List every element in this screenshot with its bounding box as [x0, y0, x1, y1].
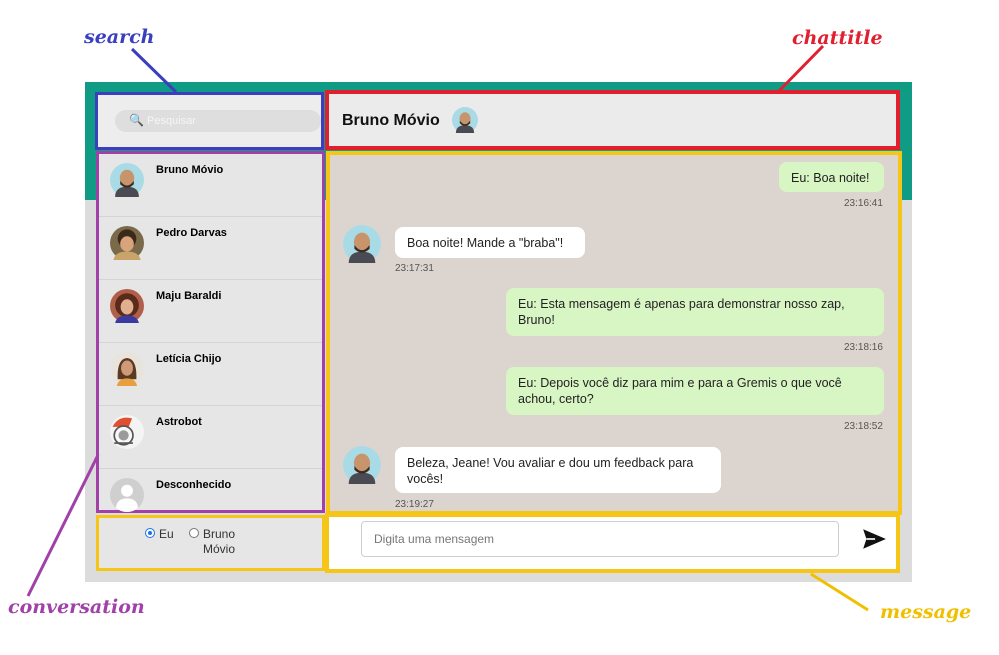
chat-header: Bruno Móvio — [325, 90, 900, 150]
message-area: Eu: Boa noite! 23:16:41 Boa noite! Mande… — [326, 151, 902, 515]
conversation-item[interactable]: Letícia Chijo — [99, 343, 322, 406]
curly-hair-avatar — [110, 226, 144, 260]
search-icon: 🔍 — [129, 113, 144, 127]
conversation-item[interactable]: Maju Baraldi — [99, 280, 322, 343]
conversation-name: Desconhecido — [156, 479, 232, 491]
annotation-search: search — [84, 26, 155, 48]
conversation-name: Maju Baraldi — [156, 290, 222, 302]
annotation-conversation: conversation — [8, 596, 145, 618]
conversation-item[interactable]: Astrobot — [99, 406, 322, 469]
curly-woman-avatar — [110, 289, 144, 323]
conversation-item[interactable]: Pedro Darvas — [99, 217, 322, 280]
robot-avatar — [110, 415, 144, 449]
message-time: 23:17:31 — [395, 263, 434, 274]
conversation-list: Bruno Móvio Pedro Darvas Maju Baraldi Le… — [96, 151, 325, 513]
conversation-item[interactable]: Bruno Móvio — [99, 154, 322, 217]
search-panel: 🔍 — [95, 92, 324, 150]
chat-title: Bruno Móvio — [342, 112, 440, 129]
their-message-bubble: Boa noite! Mande a "braba"! — [395, 227, 585, 258]
message-time: 23:18:16 — [844, 342, 883, 353]
send-icon[interactable] — [859, 526, 889, 552]
chat-title-avatar — [452, 107, 478, 133]
search-input[interactable] — [147, 112, 307, 129]
annotation-chattitle: chattitle — [792, 27, 883, 49]
their-message-bubble: Beleza, Jeane! Vou avaliar e dou um feed… — [395, 447, 721, 493]
bald-man-avatar — [110, 163, 144, 197]
message-time: 23:19:27 — [395, 499, 434, 510]
annotation-message: message — [880, 601, 972, 623]
my-message-bubble: Eu: Depois você diz para mim e para a Gr… — [506, 367, 884, 415]
conversation-name: Bruno Móvio — [156, 164, 224, 176]
conversation-name: Pedro Darvas — [156, 227, 227, 239]
default-user-avatar — [110, 478, 144, 512]
sender-radio-me[interactable] — [145, 528, 155, 538]
message-composer — [325, 513, 900, 573]
conversation-name: Astrobot — [156, 416, 202, 428]
search-bar[interactable]: 🔍 — [115, 110, 321, 132]
sender-label-me: Eu — [159, 527, 174, 541]
message-time: 23:18:52 — [844, 421, 883, 432]
my-message-bubble: Eu: Esta mensagem é apenas para demonstr… — [506, 288, 884, 336]
sender-label-contact: Bruno Móvio — [203, 527, 236, 556]
sender-radio-contact[interactable] — [189, 528, 199, 538]
message-input[interactable] — [361, 521, 839, 557]
bald-man-avatar — [343, 446, 381, 484]
my-message-bubble: Eu: Boa noite! — [779, 162, 884, 192]
sender-selector: Eu Bruno Móvio — [96, 515, 325, 571]
conversation-name: Letícia Chijo — [156, 353, 222, 365]
woman-avatar — [110, 352, 144, 386]
message-time: 23:16:41 — [844, 198, 883, 209]
bald-man-avatar — [343, 225, 381, 263]
